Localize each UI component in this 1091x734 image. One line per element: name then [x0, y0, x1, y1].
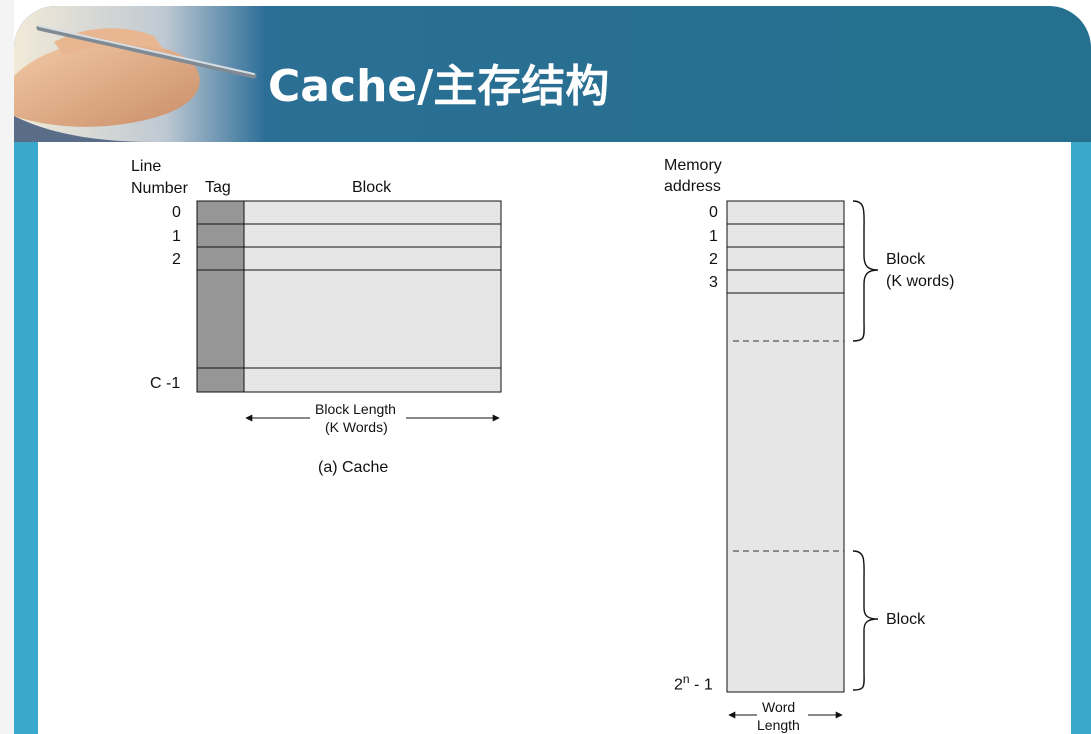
memory-brace-top: [852, 200, 879, 342]
cache-memory-diagram: [196, 200, 879, 719]
cache-block-column: [243, 200, 502, 393]
slide: Cache/主存结构 Line Number Tag Block 0 1 2 C…: [0, 0, 1091, 734]
memory-brace-bottom: [852, 550, 879, 691]
memory-column: [726, 200, 845, 693]
cache-tag-column: [196, 200, 245, 393]
